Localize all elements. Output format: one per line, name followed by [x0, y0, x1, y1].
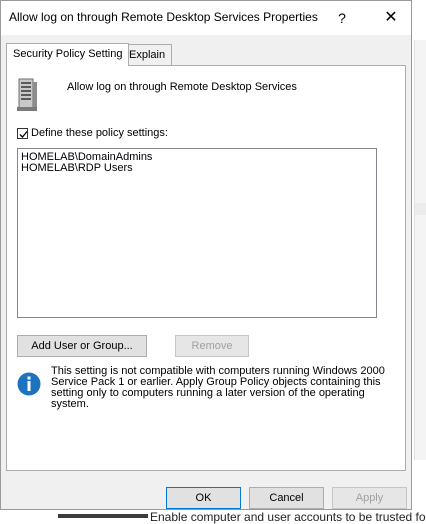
apply-button[interactable]: Apply [332, 487, 407, 509]
add-user-or-group-button[interactable]: Add User or Group... [17, 335, 147, 357]
define-policy-label: Define these policy settings: [31, 127, 168, 139]
properties-dialog: Allow log on through Remote Desktop Serv… [0, 0, 412, 510]
cancel-button[interactable]: Cancel [249, 487, 324, 509]
dialog-title: Allow log on through Remote Desktop Serv… [9, 10, 318, 24]
close-button[interactable]: ✕ [376, 7, 406, 29]
compatibility-note: This setting is not compatible with comp… [51, 365, 385, 410]
info-icon [17, 372, 41, 396]
list-item[interactable]: HOMELAB\RDP Users [21, 163, 373, 174]
background-bottom-strip: Enable computer and user accounts to be … [0, 510, 426, 524]
remove-button[interactable]: Remove [175, 335, 249, 357]
background-scrollbar [58, 514, 148, 518]
dialog-footer: OK Cancel Apply [1, 471, 411, 509]
policy-name: Allow log on through Remote Desktop Serv… [67, 81, 297, 93]
define-policy-checkbox[interactable] [17, 127, 28, 139]
background-row [415, 203, 426, 215]
server-policy-icon [17, 78, 39, 112]
background-list-pane [414, 40, 426, 460]
tab-panel: Allow log on through Remote Desktop Serv… [6, 65, 406, 471]
define-policy-checkbox-row[interactable]: Define these policy settings: [17, 126, 168, 140]
checkmark-icon [19, 130, 28, 138]
help-button[interactable]: ? [331, 9, 353, 27]
tab-security-policy-setting[interactable]: Security Policy Setting [6, 43, 130, 66]
title-bar: Allow log on through Remote Desktop Serv… [1, 1, 411, 35]
tab-explain[interactable]: Explain [122, 44, 173, 65]
ok-button[interactable]: OK [166, 487, 241, 509]
close-icon: ✕ [384, 9, 398, 26]
background-policy-text: Enable computer and user accounts to be … [150, 510, 426, 524]
members-listbox[interactable]: HOMELAB\DomainAdmins HOMELAB\RDP Users [17, 148, 377, 318]
